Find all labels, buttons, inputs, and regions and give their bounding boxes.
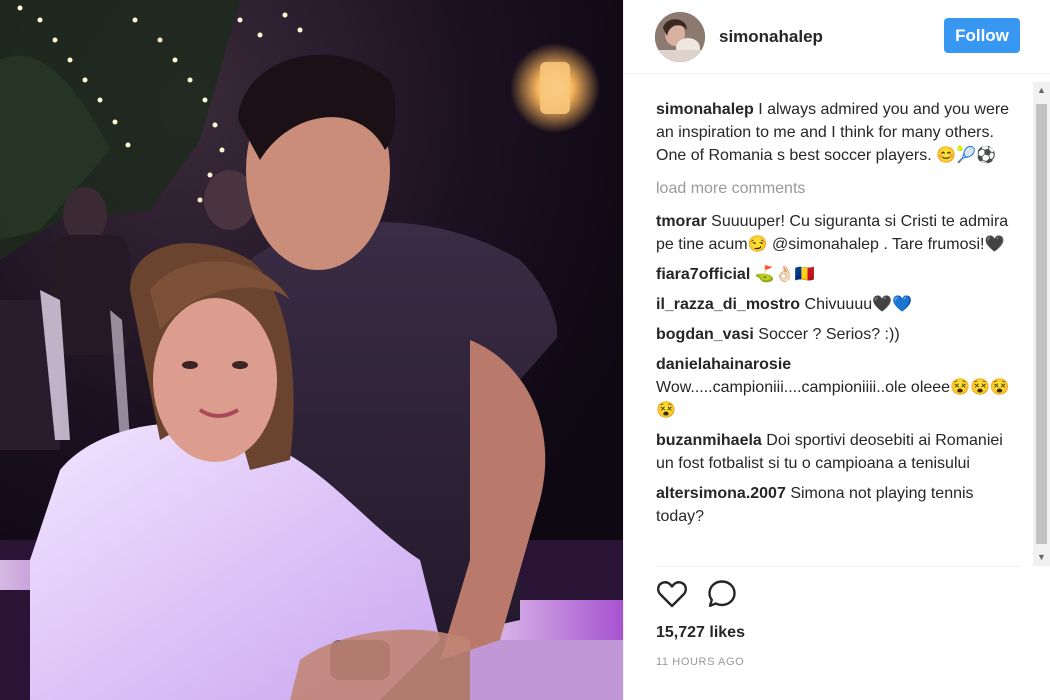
comment-icon[interactable] xyxy=(706,578,738,610)
comment: tmorar Suuuuper! Cu siguranta si Cristi … xyxy=(656,210,1021,256)
post-username[interactable]: simonahalep xyxy=(719,27,823,47)
chevron-down-icon[interactable]: ▼ xyxy=(1033,549,1050,566)
comment: danielahainarosie Wow.....campioniii....… xyxy=(656,353,1021,422)
comment-username[interactable]: danielahainarosie xyxy=(656,356,791,373)
post-side-panel: simonahalep Follow simonahalep I always … xyxy=(623,0,1050,700)
comments-list[interactable]: simonahalep I always admired you and you… xyxy=(656,98,1021,566)
comment-username[interactable]: altersimona.2007 xyxy=(656,485,786,502)
comment-text: Soccer ? Serios? :)) xyxy=(758,326,900,343)
comment-text: Wow.....campioniii....campioniiii..ole o… xyxy=(656,379,1010,419)
comment: buzanmihaela Doi sportivi deosebiti ai R… xyxy=(656,429,1021,475)
comment: fiara7official ⛳👌🏻🇷🇴 xyxy=(656,263,1021,286)
comment-text: Chivuuuu🖤💙 xyxy=(804,296,912,313)
post-photo[interactable] xyxy=(0,0,623,700)
comment-username[interactable]: simonahalep xyxy=(656,101,754,118)
post-header: simonahalep Follow xyxy=(624,0,1050,74)
comment: il_razza_di_mostro Chivuuuu🖤💙 xyxy=(656,293,1021,316)
avatar-image xyxy=(655,12,705,62)
avatar[interactable] xyxy=(655,12,705,62)
post-photo-image xyxy=(0,0,623,700)
comments-scrollbar[interactable]: ▲ ▼ xyxy=(1033,82,1050,566)
likes-count[interactable]: 15,727 likes xyxy=(656,624,745,642)
comment: bogdan_vasi Soccer ? Serios? :)) xyxy=(656,323,1021,346)
load-more-comments-link[interactable]: load more comments xyxy=(656,177,1021,200)
post-timestamp[interactable]: 11 HOURS AGO xyxy=(656,656,744,668)
comment-username[interactable]: il_razza_di_mostro xyxy=(656,296,800,313)
comment-username[interactable]: bogdan_vasi xyxy=(656,326,754,343)
caption: simonahalep I always admired you and you… xyxy=(656,98,1021,167)
follow-button[interactable]: Follow xyxy=(944,18,1020,53)
comment-username[interactable]: fiara7official xyxy=(656,266,750,283)
scrollbar-thumb[interactable] xyxy=(1036,104,1047,544)
comment-text: ⛳👌🏻🇷🇴 xyxy=(754,266,815,283)
comment-username[interactable]: buzanmihaela xyxy=(656,432,762,449)
comment-username[interactable]: tmorar xyxy=(656,213,707,230)
comment: altersimona.2007 Simona not playing tenn… xyxy=(656,482,1021,528)
chevron-up-icon[interactable]: ▲ xyxy=(1033,82,1050,99)
divider xyxy=(656,566,1021,567)
heart-icon[interactable] xyxy=(656,578,688,610)
comment-text: Suuuuper! Cu siguranta si Cristi te admi… xyxy=(656,213,1009,253)
